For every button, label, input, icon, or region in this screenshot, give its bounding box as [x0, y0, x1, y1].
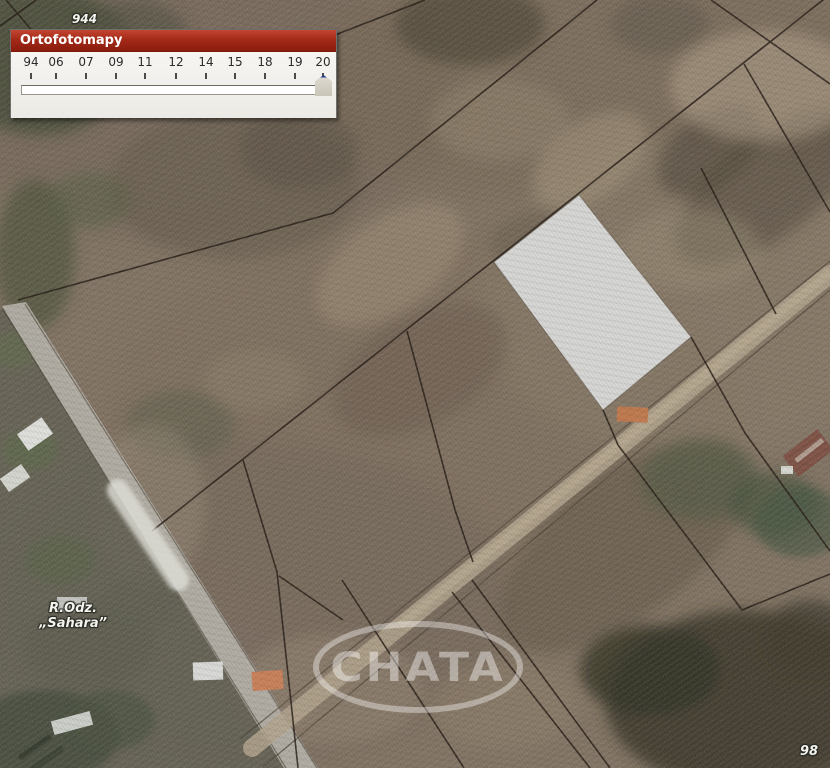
map-label-sahara: R.Odz. „Sahara”	[14, 601, 132, 631]
year-label-19: 19	[287, 55, 303, 69]
year-label-07: 07	[78, 55, 94, 69]
panel-title-bar[interactable]: Ortofotomapy	[11, 30, 336, 52]
panel-title: Ortofotomapy	[20, 33, 123, 48]
map-label-98: 98	[800, 744, 819, 759]
gray-marker[interactable]	[192, 661, 224, 681]
year-label-14: 14	[198, 55, 214, 69]
map-label-944: 944	[72, 12, 98, 26]
year-label-06: 06	[48, 55, 64, 69]
year-label-11: 11	[137, 55, 153, 69]
ortofotomapy-panel: Ortofotomapy 94 06 07 09 11 12 14 15 18 19 20	[10, 29, 337, 118]
chata-watermark: CHATA	[313, 621, 523, 713]
year-label-94: 94	[23, 55, 39, 69]
year-tick	[85, 73, 87, 79]
map-label-sahara-line1: R.Odz.	[48, 601, 98, 616]
year-tick	[234, 73, 236, 79]
year-label-20: 20	[315, 55, 331, 69]
year-slider[interactable]: 94 06 07 09 11 12 14 15 18 19 20	[11, 52, 336, 118]
year-tick	[55, 73, 57, 79]
year-label-15: 15	[227, 55, 243, 69]
year-tick	[144, 73, 146, 79]
orange-marker-track[interactable]	[616, 406, 649, 423]
slider-track[interactable]	[21, 85, 331, 95]
year-tick	[205, 73, 207, 79]
year-tick	[30, 73, 32, 79]
year-tick	[264, 73, 266, 79]
orange-marker-road[interactable]	[251, 669, 284, 692]
watermark-text: CHATA	[330, 643, 506, 691]
year-label-18: 18	[257, 55, 273, 69]
year-tick	[115, 73, 117, 79]
slider-thumb[interactable]	[315, 75, 332, 96]
year-label-09: 09	[108, 55, 124, 69]
year-tick	[175, 73, 177, 79]
map-label-sahara-line2: „Sahara”	[38, 616, 108, 631]
year-label-12: 12	[168, 55, 184, 69]
map-viewport[interactable]: CHATA 944 R.Odz. „Sahara” 98 Ortofotomap…	[0, 0, 830, 768]
year-tick	[294, 73, 296, 79]
